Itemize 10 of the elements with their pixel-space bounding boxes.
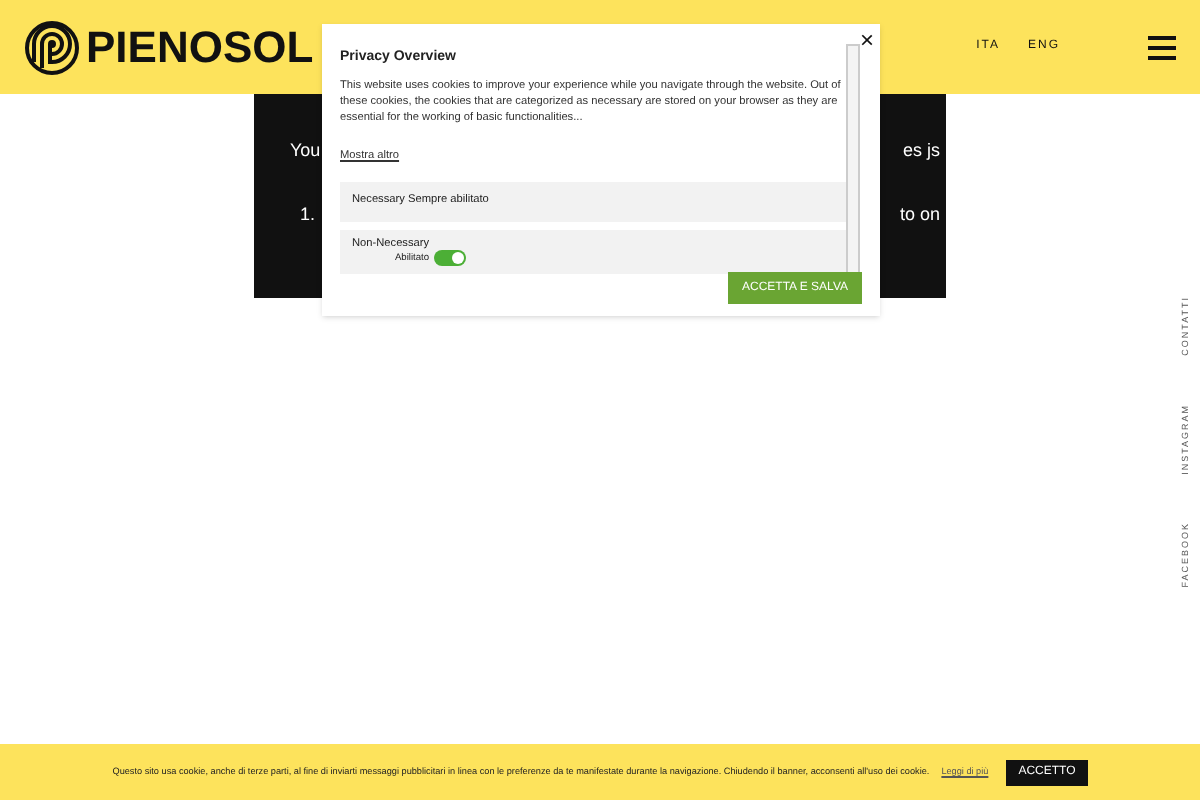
toggle-switch[interactable] xyxy=(433,249,466,265)
panel-text: 1. xyxy=(300,202,316,228)
panel-text: to on xyxy=(899,202,940,228)
panel-text: es js xyxy=(902,138,940,164)
scrollbar[interactable] xyxy=(846,44,860,276)
logo-text: PIENOSOL xyxy=(86,20,314,76)
panel-text: You xyxy=(290,138,321,164)
close-button[interactable]: × xyxy=(859,28,874,52)
menu-icon[interactable] xyxy=(1148,35,1176,59)
logo-icon xyxy=(24,19,80,75)
